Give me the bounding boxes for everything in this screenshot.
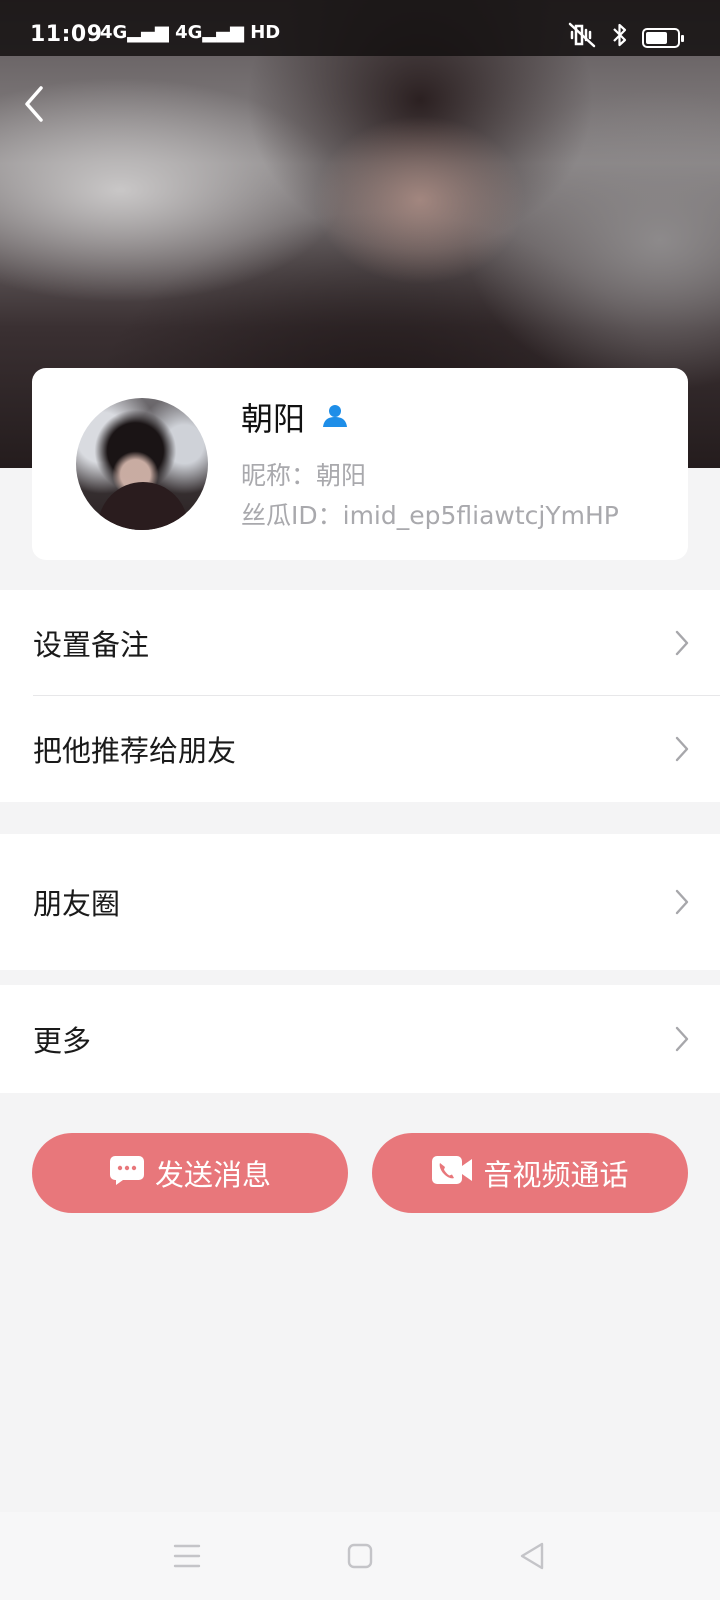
battery-icon [642,28,684,48]
chevron-right-icon [674,888,690,920]
chevron-right-icon [674,1025,690,1057]
menu-group-contact: 设置备注 把他推荐给朋友 [0,590,720,802]
set-remark-item[interactable]: 设置备注 [0,590,720,696]
avatar-figure [98,482,188,530]
chevron-left-icon [25,86,43,122]
avatar[interactable] [76,398,208,530]
profile-card: 朝阳 昵称：朝阳 丝瓜ID：imid_ep5fliawtcjYmHP [32,368,688,560]
recommend-to-friend-item[interactable]: 把他推荐给朋友 [0,696,720,802]
nickname-text: 昵称：朝阳 [241,461,367,490]
battery-level [646,32,667,44]
av-call-button[interactable]: 音视频通话 [372,1133,688,1213]
menu-group-more: 更多 [0,985,720,1093]
menu-lines-icon[interactable] [170,1540,204,1572]
back-triangle-icon[interactable] [516,1540,550,1572]
person-icon [322,404,348,432]
profile-name: 朝阳 [241,400,306,438]
more-item[interactable]: 更多 [0,985,720,1093]
user-id-text: 丝瓜ID：imid_ep5fliawtcjYmHP [241,501,619,530]
back-button[interactable] [10,80,58,128]
signal-indicator: 4G▂▄▆ 4G▂▄▆ HD [100,22,281,43]
menu-item-label: 朋友圈 [33,887,121,921]
chevron-right-icon [674,629,690,661]
chat-bubble-icon [109,1154,145,1193]
send-message-button[interactable]: 发送消息 [32,1133,348,1213]
menu-item-label: 设置备注 [33,628,150,662]
menu-item-label: 把他推荐给朋友 [33,734,237,768]
moments-item[interactable]: 朋友圈 [0,834,720,970]
bluetooth-icon [612,22,628,54]
send-message-label: 发送消息 [154,1158,271,1192]
menu-item-label: 更多 [33,1024,92,1058]
status-icons [568,22,684,54]
chevron-right-icon [674,735,690,767]
status-bar: 11:09 4G▂▄▆ 4G▂▄▆ HD [0,0,720,56]
menu-group-moments: 朋友圈 [0,834,720,970]
status-time: 11:09 [30,22,103,47]
av-call-label: 音视频通话 [483,1158,629,1192]
video-phone-icon [431,1154,473,1193]
mute-vibrate-icon [568,22,598,54]
home-square-icon[interactable] [343,1540,377,1572]
system-nav-bar [0,1512,720,1600]
